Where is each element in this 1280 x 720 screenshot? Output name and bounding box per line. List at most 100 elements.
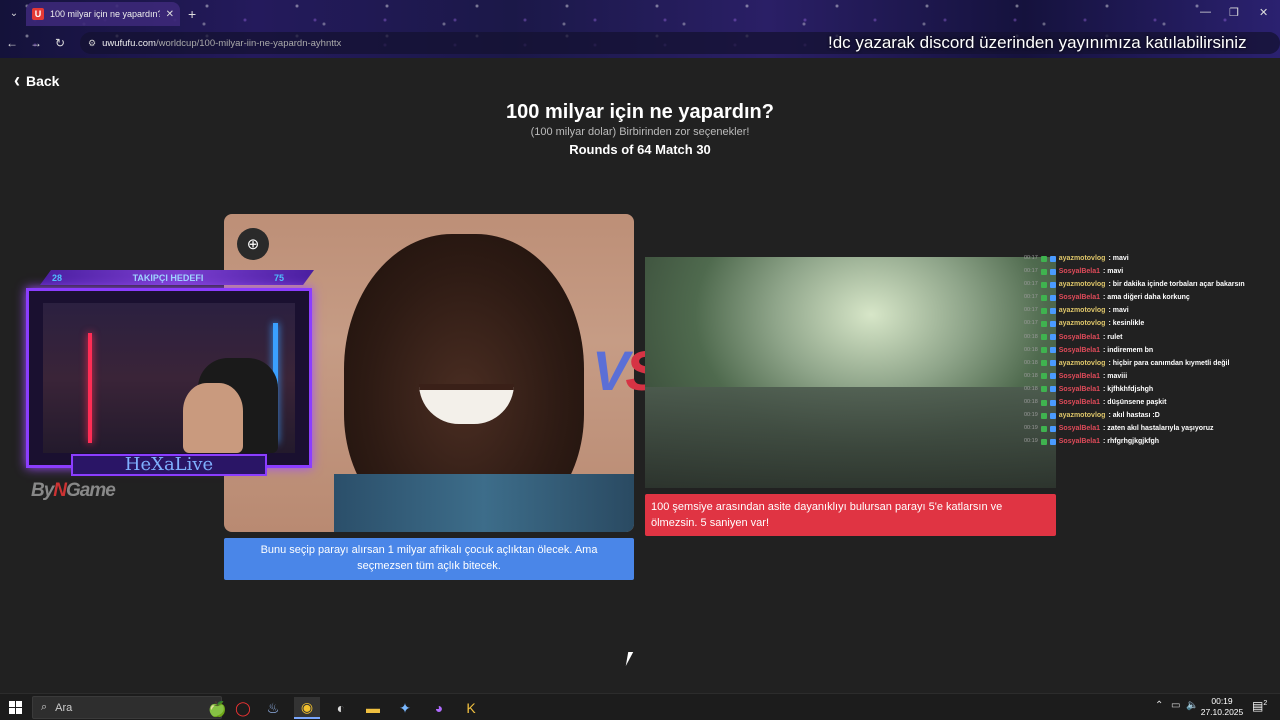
chat-username: SosyalBela1	[1058, 372, 1101, 380]
chat-message: 00:17 ayazmotovlog: bir dakika içinde tor…	[1024, 278, 1264, 291]
restore-icon[interactable]: ❐	[1229, 6, 1239, 19]
browser-tab[interactable]: U 100 milyar için ne yapardın? | U ✕	[26, 2, 180, 26]
chat-message: 00:17 SosyalBela1: mavi	[1024, 265, 1264, 278]
search-placeholder: Ara	[55, 701, 73, 714]
chat-time: 00:18	[1024, 359, 1038, 366]
back-arrow-icon[interactable]: ←	[0, 36, 24, 50]
tab-strip: ⌄ U 100 milyar için ne yapardın? | U ✕ +…	[0, 0, 1280, 28]
network-icon[interactable]: ▭	[1171, 700, 1180, 711]
chat-username: ayazmotovlog	[1058, 412, 1106, 420]
page-title: 100 milyar için ne yapardın?	[506, 101, 774, 123]
chat-badge-icon	[1040, 347, 1047, 354]
chat-text: : mavi	[1103, 268, 1124, 276]
chat-time: 00:18	[1024, 399, 1038, 406]
goal-current: 28	[52, 272, 63, 283]
chat-username: SosyalBela1	[1058, 385, 1101, 393]
chat-badge-icon	[1040, 386, 1047, 393]
chat-badge-icon	[1049, 321, 1056, 328]
option-right-caption[interactable]: 100 şemsiye arasından asite dayanıklıyı …	[645, 494, 1056, 536]
chevron-up-icon[interactable]: ⌃	[1155, 700, 1163, 711]
chat-text: : rulet	[1103, 333, 1123, 341]
chat-message: 00:19 SosyalBela1: rhfgrhgjkgjkfgh	[1024, 435, 1264, 448]
chevron-left-icon: ‹	[14, 67, 20, 92]
close-tab-icon[interactable]: ✕	[166, 9, 174, 20]
browser-chrome: ⌄ U 100 milyar için ne yapardın? | U ✕ +…	[0, 0, 1280, 58]
chat-username: SosyalBela1	[1058, 425, 1101, 433]
rainy-ground-shape	[645, 387, 1056, 488]
chat-time: 00:18	[1024, 333, 1038, 340]
discord-icon[interactable]: ◕	[426, 697, 452, 719]
tab-search-icon[interactable]: ⌄	[6, 7, 22, 21]
zoom-in-icon[interactable]: ⊕	[237, 228, 269, 260]
chat-badge-icon	[1040, 412, 1047, 419]
close-window-icon[interactable]: ✕	[1259, 6, 1268, 19]
option-right-image[interactable]	[645, 257, 1056, 488]
site-info-icon[interactable]: ⚙	[88, 38, 96, 49]
taskbar-clock[interactable]: 00:19 27.10.2025	[1196, 696, 1248, 718]
back-label: Back	[26, 72, 60, 89]
chat-message: 00:19 ayazmotovlog: akıl hastası :D	[1024, 409, 1264, 422]
minimize-icon[interactable]: —	[1200, 6, 1211, 18]
obs-icon[interactable]: ◐	[328, 697, 354, 719]
chat-time: 00:18	[1024, 372, 1038, 379]
chat-text: : akıl hastası :D	[1108, 412, 1160, 420]
tab-title: 100 milyar için ne yapardın? | U	[50, 9, 160, 19]
chat-time: 00:19	[1024, 438, 1038, 445]
chat-text: : mavi	[1108, 255, 1129, 262]
streamer-figure	[183, 383, 243, 453]
steam-icon[interactable]: ♨	[260, 697, 286, 719]
chat-message: 00:18 SosyalBela1: maviii	[1024, 370, 1264, 383]
notification-icon[interactable]: ▤2	[1252, 699, 1267, 713]
chat-text: : zaten akıl hastalarıyla yaşıyoruz	[1103, 425, 1214, 433]
chat-badge-icon	[1040, 321, 1047, 328]
chat-badge-icon	[1040, 255, 1047, 262]
streamer-name: HeXaLive	[71, 454, 267, 476]
stream-marquee-text: !dc yazarak discord üzerinden yayınımıza…	[828, 33, 1247, 52]
goal-target: 75	[273, 272, 284, 283]
stream-chat: 00:17 ayazmotovlog: mavi 00:17 SosyalBela1:…	[1024, 252, 1264, 448]
chat-badge-icon	[1049, 425, 1056, 432]
chat-badge-icon	[1040, 360, 1047, 367]
option-left-caption[interactable]: Bunu seçip parayı alırsan 1 milyar afrik…	[224, 538, 634, 580]
chat-badge-icon	[1049, 347, 1056, 354]
app-k-icon[interactable]: K	[458, 697, 484, 719]
chat-username: ayazmotovlog	[1058, 255, 1106, 262]
back-button[interactable]: ‹ Back	[14, 67, 60, 92]
red-neon-light	[88, 333, 92, 443]
chat-time: 00:18	[1024, 385, 1038, 392]
reload-icon[interactable]: ↻	[48, 36, 72, 50]
chat-time: 00:17	[1024, 255, 1038, 261]
app-icon[interactable]: ✦	[392, 697, 418, 719]
chat-message: 00:18 SosyalBela1: rulet	[1024, 331, 1264, 344]
chat-badge-icon	[1040, 373, 1047, 380]
mouse-cursor-icon	[625, 652, 634, 666]
chat-text: : maviii	[1103, 372, 1128, 380]
goal-label: TAKIPÇI HEDEFI	[132, 272, 204, 283]
chat-badge-icon	[1040, 399, 1047, 406]
chat-badge-icon	[1040, 307, 1047, 314]
url-text: uwufufu.com/worldcup/100-milyar-iin-ne-y…	[102, 37, 342, 49]
webcam-feed	[43, 303, 295, 453]
search-icon: ⌕	[41, 701, 48, 713]
round-indicator: Rounds of 64 Match 30	[569, 142, 711, 157]
chat-time: 00:17	[1024, 281, 1038, 288]
chat-time: 00:19	[1024, 412, 1038, 419]
chat-time: 00:17	[1024, 320, 1038, 327]
opera-icon[interactable]: ◯	[230, 697, 256, 719]
taskbar-search-input[interactable]: ⌕ Ara 🍏	[32, 696, 227, 719]
chat-username: ayazmotovlog	[1058, 281, 1106, 289]
chat-text: : kjfhkhfdjshgh	[1103, 385, 1154, 393]
chat-message: 00:18 SosyalBela1: kjfhkhfdjshgh	[1024, 383, 1264, 396]
chat-badge-icon	[1049, 360, 1056, 367]
chat-text: : kesinlikle	[1108, 320, 1145, 328]
chat-message: 00:18 SosyalBela1: indiremem bn	[1024, 344, 1264, 357]
chat-username: SosyalBela1	[1058, 294, 1101, 302]
windows-start-icon[interactable]	[9, 701, 22, 714]
chat-message: 00:17 SosyalBela1: ama diğeri daha korkun…	[1024, 291, 1264, 304]
chat-badge-icon	[1049, 412, 1056, 419]
chrome-icon[interactable]: ◉	[294, 697, 320, 719]
chat-badge-icon	[1040, 294, 1047, 301]
new-tab-icon[interactable]: +	[188, 6, 196, 22]
forward-arrow-icon[interactable]: →	[24, 36, 48, 50]
file-explorer-icon[interactable]: ▬	[360, 697, 386, 719]
